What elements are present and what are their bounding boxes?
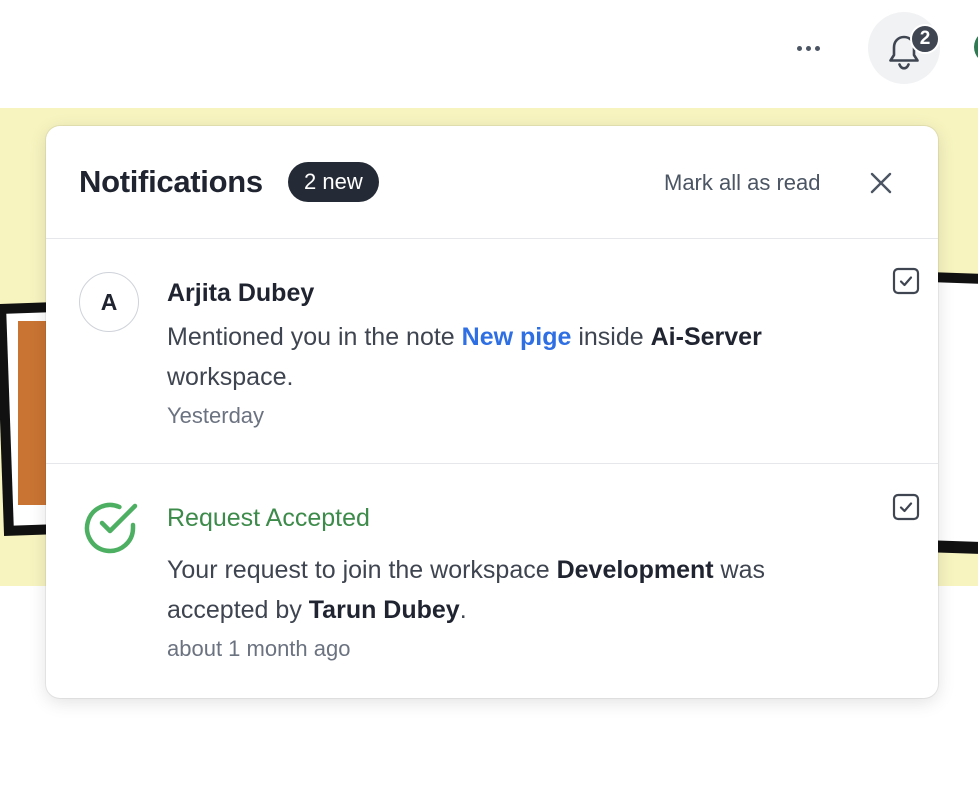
checkbox-check-icon (892, 493, 920, 521)
notification-title: Request Accepted (167, 504, 370, 532)
checkbox-check-icon (892, 267, 920, 295)
dot (814, 45, 820, 51)
workspace-name: Ai-Server (650, 323, 762, 351)
user-name: Tarun Dubey (308, 596, 460, 624)
mark-as-read-checkbox[interactable] (892, 493, 920, 521)
close-icon (870, 172, 892, 194)
notification-body: Your request to join the workspace Devel… (167, 556, 765, 624)
more-options-button[interactable] (786, 36, 830, 60)
user-avatar[interactable] (974, 30, 978, 64)
notification-time: Yesterday (167, 403, 265, 428)
check-circle-icon (84, 502, 138, 554)
notifications-panel: Notifications 2 new Mark all as read A A… (46, 126, 938, 698)
note-link[interactable]: New pige (462, 323, 572, 351)
dot (805, 45, 811, 51)
top-bar: 2 (0, 0, 978, 108)
new-count-badge: 2 new (288, 162, 379, 202)
notification-time: about 1 month ago (167, 636, 351, 661)
workspace-name: Development (556, 556, 714, 584)
notification-title: Arjita Dubey (167, 279, 315, 307)
notifications-bell-button[interactable]: 2 (868, 12, 940, 84)
mark-as-read-checkbox[interactable] (892, 267, 920, 295)
dot (796, 45, 802, 51)
notification-item[interactable]: A Arjita Dubey Mentioned you in the note… (46, 239, 938, 464)
panel-header: Notifications 2 new Mark all as read (46, 126, 938, 239)
mark-all-read-button[interactable]: Mark all as read (664, 170, 821, 196)
panel-title: Notifications (79, 164, 263, 199)
user-avatar-initial: A (79, 272, 139, 332)
notification-item[interactable]: Request Accepted Your request to join th… (46, 464, 938, 698)
close-button[interactable] (864, 166, 898, 200)
notification-body: Mentioned you in the note New pige insid… (167, 323, 762, 391)
notification-count-badge: 2 (910, 24, 940, 54)
